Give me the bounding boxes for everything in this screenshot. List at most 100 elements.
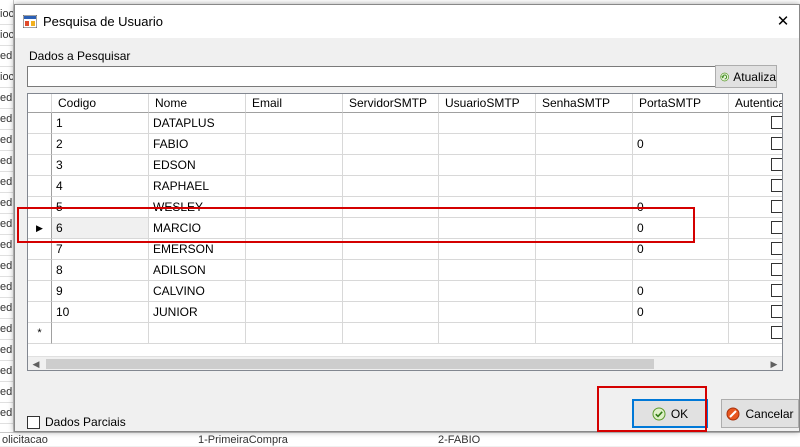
grid-cell[interactable]	[536, 176, 633, 197]
grid-cell[interactable]: 10	[52, 302, 149, 323]
grid-cell[interactable]: 5	[52, 197, 149, 218]
grid-cell[interactable]	[729, 134, 782, 155]
row-header[interactable]	[28, 176, 52, 197]
grid-cell[interactable]	[633, 155, 729, 176]
grid-cell[interactable]: 0	[633, 134, 729, 155]
grid-cell[interactable]: DATAPLUS	[149, 113, 246, 134]
grid-cell[interactable]	[536, 134, 633, 155]
grid-cell[interactable]: RAPHAEL	[149, 176, 246, 197]
grid-cell[interactable]	[536, 155, 633, 176]
authentication-checkbox[interactable]	[771, 284, 782, 297]
grid-cell[interactable]: 0	[633, 281, 729, 302]
grid-cell[interactable]	[246, 239, 343, 260]
column-header[interactable]: Email	[246, 94, 343, 113]
grid-cell[interactable]: 3	[52, 155, 149, 176]
grid-cell[interactable]: 8	[52, 260, 149, 281]
column-header[interactable]: PortaSMTP	[633, 94, 729, 113]
grid-cell[interactable]	[246, 218, 343, 239]
grid-cell[interactable]: FABIO	[149, 134, 246, 155]
grid-cell[interactable]: 9	[52, 281, 149, 302]
grid-cell[interactable]	[343, 239, 439, 260]
column-header[interactable]: Codigo	[52, 94, 149, 113]
grid-cell[interactable]	[343, 113, 439, 134]
grid-cell[interactable]	[246, 197, 343, 218]
search-input[interactable]	[27, 66, 722, 87]
column-header[interactable]: Nome	[149, 94, 246, 113]
title-bar[interactable]: Pesquisa de Usuario ✕	[15, 5, 799, 38]
row-header[interactable]	[28, 197, 52, 218]
grid-cell[interactable]	[729, 218, 782, 239]
grid-cell[interactable]	[439, 302, 536, 323]
grid-corner[interactable]	[28, 94, 52, 113]
grid-cell[interactable]	[729, 155, 782, 176]
scroll-right-icon[interactable]: ▶	[766, 357, 782, 370]
row-header[interactable]	[28, 113, 52, 134]
grid-cell[interactable]	[729, 239, 782, 260]
grid-cell[interactable]	[729, 197, 782, 218]
grid-cell[interactable]	[633, 323, 729, 344]
row-header[interactable]	[28, 302, 52, 323]
grid-cell[interactable]: EDSON	[149, 155, 246, 176]
close-button[interactable]: ✕	[771, 11, 795, 33]
grid-cell[interactable]	[343, 176, 439, 197]
authentication-checkbox[interactable]	[771, 116, 782, 129]
scroll-thumb[interactable]	[46, 359, 654, 369]
column-header[interactable]: ServidorSMTP	[343, 94, 439, 113]
grid-cell[interactable]	[52, 323, 149, 344]
grid-cell[interactable]	[439, 176, 536, 197]
horizontal-scrollbar[interactable]: ◀ ▶	[28, 356, 782, 370]
grid-cell[interactable]: 7	[52, 239, 149, 260]
partial-data-checkbox[interactable]	[27, 416, 40, 429]
grid-cell[interactable]: WESLEY	[149, 197, 246, 218]
grid-cell[interactable]	[729, 323, 782, 344]
grid-cell[interactable]	[246, 302, 343, 323]
row-header[interactable]: *	[28, 323, 52, 344]
grid-cell[interactable]	[343, 155, 439, 176]
grid-cell[interactable]: 0	[633, 239, 729, 260]
column-header[interactable]: Autenticacao	[729, 94, 782, 113]
grid-cell[interactable]	[439, 323, 536, 344]
row-header[interactable]	[28, 155, 52, 176]
grid-cell[interactable]	[633, 176, 729, 197]
grid-cell[interactable]	[633, 113, 729, 134]
grid-cell[interactable]	[149, 323, 246, 344]
authentication-checkbox[interactable]	[771, 242, 782, 255]
grid-cell[interactable]	[729, 176, 782, 197]
column-header[interactable]: SenhaSMTP	[536, 94, 633, 113]
grid-cell[interactable]	[343, 260, 439, 281]
grid-cell[interactable]: JUNIOR	[149, 302, 246, 323]
row-header[interactable]	[28, 134, 52, 155]
grid-cell[interactable]	[246, 176, 343, 197]
grid-cell[interactable]	[246, 281, 343, 302]
grid-cell[interactable]	[439, 218, 536, 239]
grid-cell[interactable]	[343, 323, 439, 344]
grid-cell[interactable]	[246, 155, 343, 176]
grid-cell[interactable]	[729, 260, 782, 281]
grid-cell[interactable]	[536, 113, 633, 134]
grid-cell[interactable]	[536, 323, 633, 344]
grid-cell[interactable]	[729, 302, 782, 323]
grid-cell[interactable]	[536, 239, 633, 260]
grid-cell[interactable]	[439, 113, 536, 134]
grid-cell[interactable]	[439, 155, 536, 176]
authentication-checkbox[interactable]	[771, 305, 782, 318]
grid-cell[interactable]	[536, 302, 633, 323]
grid-cell[interactable]	[246, 323, 343, 344]
grid-cell[interactable]	[536, 218, 633, 239]
grid-cell[interactable]: MARCIO	[149, 218, 246, 239]
users-grid[interactable]: Codigo Nome Email ServidorSMTP UsuarioSMTP Se…	[27, 93, 783, 371]
grid-cell[interactable]	[343, 281, 439, 302]
scroll-left-icon[interactable]: ◀	[28, 357, 44, 370]
grid-cell[interactable]: EMERSON	[149, 239, 246, 260]
grid-cell[interactable]: 4	[52, 176, 149, 197]
grid-cell[interactable]	[343, 218, 439, 239]
row-header[interactable]	[28, 281, 52, 302]
grid-cell[interactable]	[343, 197, 439, 218]
grid-cell[interactable]	[439, 197, 536, 218]
refresh-button[interactable]: Atualiza	[715, 65, 777, 88]
grid-cell[interactable]: 0	[633, 218, 729, 239]
column-header[interactable]: UsuarioSMTP	[439, 94, 536, 113]
grid-cell[interactable]	[729, 113, 782, 134]
grid-cell[interactable]	[439, 134, 536, 155]
authentication-checkbox[interactable]	[771, 179, 782, 192]
